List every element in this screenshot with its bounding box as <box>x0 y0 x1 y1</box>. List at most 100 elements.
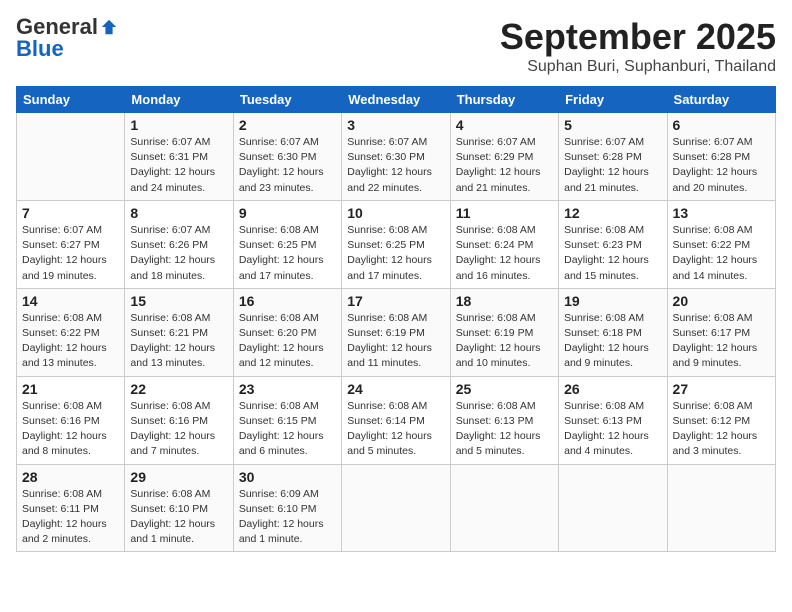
calendar-cell: 14Sunrise: 6:08 AM Sunset: 6:22 PM Dayli… <box>17 288 125 376</box>
day-number: 11 <box>456 205 553 221</box>
calendar-cell: 5 Sunrise: 6:07 AM Sunset: 6:28 PM Daylig… <box>559 113 667 201</box>
calendar-cell: 19Sunrise: 6:08 AM Sunset: 6:18 PM Dayli… <box>559 288 667 376</box>
day-number: 12 <box>564 205 661 221</box>
day-info: Sunrise: 6:09 AM Sunset: 6:10 PM Dayligh… <box>239 487 336 548</box>
header-wednesday: Wednesday <box>342 87 450 113</box>
day-info: Sunrise: 6:08 AM Sunset: 6:13 PM Dayligh… <box>456 399 553 460</box>
day-info: Sunrise: 6:07 AM Sunset: 6:28 PM Dayligh… <box>564 135 661 196</box>
calendar-cell: 12 Sunrise: 6:08 AM Sunset: 6:23 PM Dayli… <box>559 200 667 288</box>
calendar-cell <box>450 464 558 552</box>
day-number: 10 <box>347 205 444 221</box>
day-info: Sunrise: 6:08 AM Sunset: 6:16 PM Dayligh… <box>22 399 119 460</box>
calendar-cell: 9Sunrise: 6:08 AM Sunset: 6:25 PM Daylig… <box>233 200 341 288</box>
calendar-cell: 8 Sunrise: 6:07 AM Sunset: 6:26 PM Daylig… <box>125 200 233 288</box>
calendar-cell: 18 Sunrise: 6:08 AM Sunset: 6:19 PM Dayli… <box>450 288 558 376</box>
calendar-cell <box>667 464 775 552</box>
days-header-row: SundayMondayTuesdayWednesdayThursdayFrid… <box>17 87 776 113</box>
header-tuesday: Tuesday <box>233 87 341 113</box>
calendar-cell: 24 Sunrise: 6:08 AM Sunset: 6:14 PM Dayli… <box>342 376 450 464</box>
day-info: Sunrise: 6:08 AM Sunset: 6:20 PM Dayligh… <box>239 311 336 372</box>
day-info: Sunrise: 6:08 AM Sunset: 6:25 PM Dayligh… <box>347 223 444 284</box>
day-info: Sunrise: 6:07 AM Sunset: 6:29 PM Dayligh… <box>456 135 553 196</box>
day-number: 1 <box>130 117 227 133</box>
day-number: 9 <box>239 205 336 221</box>
day-number: 24 <box>347 381 444 397</box>
day-number: 28 <box>22 469 119 485</box>
day-info: Sunrise: 6:08 AM Sunset: 6:24 PM Dayligh… <box>456 223 553 284</box>
month-title: September 2025 <box>500 16 776 58</box>
day-number: 5 <box>564 117 661 133</box>
calendar-cell <box>559 464 667 552</box>
day-info: Sunrise: 6:08 AM Sunset: 6:23 PM Dayligh… <box>564 223 661 284</box>
header-monday: Monday <box>125 87 233 113</box>
day-info: Sunrise: 6:07 AM Sunset: 6:28 PM Dayligh… <box>673 135 770 196</box>
day-info: Sunrise: 6:08 AM Sunset: 6:22 PM Dayligh… <box>673 223 770 284</box>
day-number: 3 <box>347 117 444 133</box>
day-number: 8 <box>130 205 227 221</box>
calendar-cell: 6 Sunrise: 6:07 AM Sunset: 6:28 PM Daylig… <box>667 113 775 201</box>
calendar-cell: 4Sunrise: 6:07 AM Sunset: 6:29 PM Daylig… <box>450 113 558 201</box>
day-info: Sunrise: 6:08 AM Sunset: 6:13 PM Dayligh… <box>564 399 661 460</box>
day-number: 26 <box>564 381 661 397</box>
day-info: Sunrise: 6:08 AM Sunset: 6:14 PM Dayligh… <box>347 399 444 460</box>
calendar-cell: 26 Sunrise: 6:08 AM Sunset: 6:13 PM Dayli… <box>559 376 667 464</box>
day-number: 6 <box>673 117 770 133</box>
logo: General Blue <box>16 16 118 61</box>
day-number: 14 <box>22 293 119 309</box>
day-number: 30 <box>239 469 336 485</box>
day-number: 13 <box>673 205 770 221</box>
header-thursday: Thursday <box>450 87 558 113</box>
day-number: 2 <box>239 117 336 133</box>
day-number: 20 <box>673 293 770 309</box>
day-info: Sunrise: 6:08 AM Sunset: 6:15 PM Dayligh… <box>239 399 336 460</box>
day-number: 22 <box>130 381 227 397</box>
page-header: General Blue September 2025 Suphan Buri,… <box>16 16 776 76</box>
calendar-cell: 28 Sunrise: 6:08 AM Sunset: 6:11 PM Dayli… <box>17 464 125 552</box>
day-number: 29 <box>130 469 227 485</box>
day-info: Sunrise: 6:08 AM Sunset: 6:12 PM Dayligh… <box>673 399 770 460</box>
day-number: 18 <box>456 293 553 309</box>
day-info: Sunrise: 6:07 AM Sunset: 6:30 PM Dayligh… <box>347 135 444 196</box>
day-number: 25 <box>456 381 553 397</box>
calendar-cell: 22Sunrise: 6:08 AM Sunset: 6:16 PM Dayli… <box>125 376 233 464</box>
day-number: 17 <box>347 293 444 309</box>
week-row-2: 7 Sunrise: 6:07 AM Sunset: 6:27 PM Daylig… <box>17 200 776 288</box>
location-subtitle: Suphan Buri, Suphanburi, Thailand <box>500 58 776 76</box>
calendar-cell: 15Sunrise: 6:08 AM Sunset: 6:21 PM Dayli… <box>125 288 233 376</box>
day-info: Sunrise: 6:08 AM Sunset: 6:19 PM Dayligh… <box>347 311 444 372</box>
day-info: Sunrise: 6:07 AM Sunset: 6:26 PM Dayligh… <box>130 223 227 284</box>
day-info: Sunrise: 6:08 AM Sunset: 6:21 PM Dayligh… <box>130 311 227 372</box>
day-number: 7 <box>22 205 119 221</box>
calendar-cell: 11 Sunrise: 6:08 AM Sunset: 6:24 PM Dayli… <box>450 200 558 288</box>
calendar-cell: 17 Sunrise: 6:08 AM Sunset: 6:19 PM Dayli… <box>342 288 450 376</box>
week-row-5: 28 Sunrise: 6:08 AM Sunset: 6:11 PM Dayli… <box>17 464 776 552</box>
calendar-table: SundayMondayTuesdayWednesdayThursdayFrid… <box>16 86 776 552</box>
week-row-3: 14Sunrise: 6:08 AM Sunset: 6:22 PM Dayli… <box>17 288 776 376</box>
day-info: Sunrise: 6:08 AM Sunset: 6:10 PM Dayligh… <box>130 487 227 548</box>
day-number: 27 <box>673 381 770 397</box>
day-info: Sunrise: 6:08 AM Sunset: 6:17 PM Dayligh… <box>673 311 770 372</box>
header-saturday: Saturday <box>667 87 775 113</box>
calendar-cell <box>342 464 450 552</box>
calendar-cell: 30 Sunrise: 6:09 AM Sunset: 6:10 PM Dayli… <box>233 464 341 552</box>
day-number: 16 <box>239 293 336 309</box>
week-row-4: 21 Sunrise: 6:08 AM Sunset: 6:16 PM Dayli… <box>17 376 776 464</box>
calendar-cell: 10 Sunrise: 6:08 AM Sunset: 6:25 PM Dayli… <box>342 200 450 288</box>
logo-blue: Blue <box>16 36 64 61</box>
calendar-cell: 20 Sunrise: 6:08 AM Sunset: 6:17 PM Dayli… <box>667 288 775 376</box>
day-info: Sunrise: 6:07 AM Sunset: 6:31 PM Dayligh… <box>130 135 227 196</box>
week-row-1: 1 Sunrise: 6:07 AM Sunset: 6:31 PM Daylig… <box>17 113 776 201</box>
calendar-cell: 7 Sunrise: 6:07 AM Sunset: 6:27 PM Daylig… <box>17 200 125 288</box>
day-info: Sunrise: 6:08 AM Sunset: 6:19 PM Dayligh… <box>456 311 553 372</box>
logo-icon <box>100 18 118 36</box>
day-info: Sunrise: 6:07 AM Sunset: 6:27 PM Dayligh… <box>22 223 119 284</box>
header-sunday: Sunday <box>17 87 125 113</box>
day-info: Sunrise: 6:08 AM Sunset: 6:11 PM Dayligh… <box>22 487 119 548</box>
day-number: 23 <box>239 381 336 397</box>
day-number: 21 <box>22 381 119 397</box>
calendar-cell: 1 Sunrise: 6:07 AM Sunset: 6:31 PM Daylig… <box>125 113 233 201</box>
calendar-cell: 13 Sunrise: 6:08 AM Sunset: 6:22 PM Dayli… <box>667 200 775 288</box>
calendar-cell: 2Sunrise: 6:07 AM Sunset: 6:30 PM Daylig… <box>233 113 341 201</box>
calendar-cell: 21 Sunrise: 6:08 AM Sunset: 6:16 PM Dayli… <box>17 376 125 464</box>
calendar-cell: 3 Sunrise: 6:07 AM Sunset: 6:30 PM Daylig… <box>342 113 450 201</box>
